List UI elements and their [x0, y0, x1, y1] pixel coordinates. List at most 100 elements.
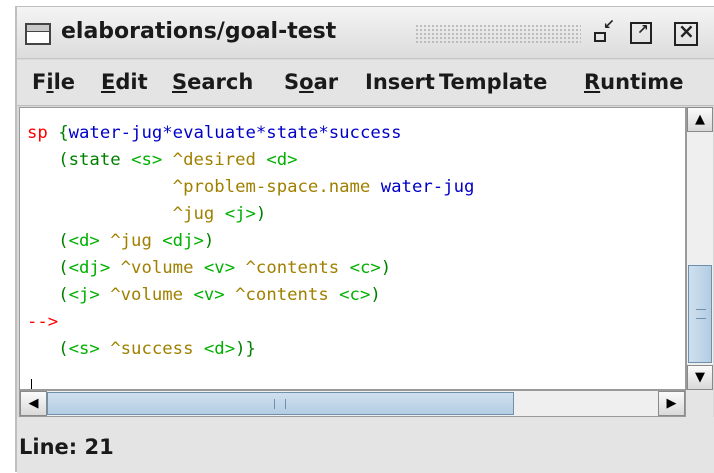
code-token-var: <v> — [203, 258, 236, 278]
scroll-down-button[interactable]: ▼ — [687, 365, 713, 390]
code-token-par: ( — [27, 258, 69, 278]
menu-file-prefix: F — [32, 70, 47, 94]
code-token-var: <dj> — [162, 231, 204, 251]
window-title: elaborations/goal-test — [61, 19, 337, 44]
code-token-name: water-jug*evaluate*state*success — [68, 123, 402, 143]
minimize-button[interactable]: ↙ — [594, 18, 616, 44]
menu-template-label: Template — [439, 70, 548, 94]
menu-template[interactable]: Template — [439, 70, 547, 94]
menu-edit[interactable]: Edit — [101, 70, 148, 94]
code-token-var: <j> — [68, 285, 100, 305]
code-line: --> — [27, 312, 58, 332]
code-token-attr: ^desired — [162, 150, 267, 170]
code-token-attr: ^contents — [224, 285, 340, 305]
code-token-par: )} — [235, 339, 256, 359]
close-icon: × — [678, 19, 695, 43]
menu-edit-label: dit — [115, 70, 148, 94]
status-bar: Line: 21 — [17, 417, 714, 473]
menu-file[interactable]: File — [32, 70, 75, 94]
code-token-par: ( — [27, 285, 69, 305]
minimize-icon — [594, 32, 606, 42]
code-line: (<d> ^jug <dj>) — [27, 231, 214, 251]
menu-soar-label: ar — [313, 70, 339, 94]
menu-search-mnemonic: S — [172, 70, 188, 94]
code-token-var: <c> — [339, 285, 371, 305]
code-token-par: ( — [27, 150, 69, 170]
title-bar-grip[interactable] — [415, 24, 581, 44]
thumb-grip-icon — [274, 399, 286, 409]
vertical-scroll-thumb[interactable] — [688, 265, 712, 363]
code-token-arrow: --> — [27, 312, 59, 332]
code-line: (<s> ^success <d>)} — [27, 339, 256, 359]
horizontal-scroll-thumb[interactable] — [47, 392, 514, 415]
menu-insert[interactable]: Insert — [365, 70, 435, 94]
code-token-par: ) — [370, 285, 381, 305]
horizontal-scrollbar[interactable]: ◀ ▶ — [19, 390, 686, 417]
menu-search-label: earch — [187, 70, 254, 94]
close-button[interactable]: × — [674, 19, 698, 46]
code-token-var: <c> — [349, 258, 381, 278]
minimize-arrow-icon: ↙ — [603, 17, 615, 33]
code-token-var: <d> — [68, 231, 100, 251]
code-text[interactable]: sp {water-jug*evaluate*state*success (st… — [27, 120, 474, 363]
scrollbar-corner — [686, 390, 713, 417]
arrow-down-icon: ▼ — [695, 370, 705, 385]
menu-bar: File Edit Search Soar Insert Template Ru… — [17, 60, 714, 106]
code-token-attr: ^volume — [110, 258, 204, 278]
code-token-attr: ^contents — [235, 258, 350, 278]
code-token-var: <dj> — [68, 258, 111, 278]
code-token-attr: ^jug — [27, 204, 225, 224]
code-token-var: <d> — [203, 339, 236, 359]
editor-window: elaborations/goal-test ↙ ↗ × File Edit S… — [15, 6, 714, 473]
title-bar[interactable]: elaborations/goal-test ↙ ↗ × — [17, 7, 714, 59]
maximize-icon: ↗ — [637, 22, 649, 38]
code-token-par: ) — [255, 204, 267, 224]
code-token-kw: sp — [27, 123, 59, 143]
code-line: ^jug <j>) — [27, 204, 267, 224]
scroll-up-button[interactable]: ▲ — [687, 107, 713, 132]
code-line: sp {water-jug*evaluate*state*success — [27, 123, 402, 143]
code-token-attr: ^jug — [99, 231, 163, 251]
scroll-left-button[interactable]: ◀ — [20, 391, 47, 416]
code-token-attr: ^success — [99, 339, 204, 359]
menu-file-mnemonic: i — [46, 70, 54, 94]
maximize-button[interactable]: ↗ — [630, 22, 652, 44]
menu-file-label: le — [53, 70, 76, 94]
code-line: ^problem-space.name water-jug — [27, 177, 475, 197]
code-token-var: <s> — [131, 150, 163, 170]
code-token-par: state — [68, 150, 132, 170]
menu-edit-mnemonic: E — [101, 70, 116, 94]
code-token-var: <v> — [193, 285, 225, 305]
menu-soar[interactable]: Soar — [284, 70, 338, 94]
menu-search[interactable]: Search — [172, 70, 253, 94]
code-token-var: <j> — [224, 204, 256, 224]
code-token-par: ) — [380, 258, 392, 278]
code-token-attr: ^volume — [99, 285, 194, 305]
menu-runtime[interactable]: Runtime — [584, 70, 683, 94]
code-line: (<dj> ^volume <v> ^contents <c>) — [27, 258, 391, 278]
arrow-left-icon: ◀ — [28, 396, 39, 411]
arrow-up-icon: ▲ — [695, 112, 705, 127]
code-token-par: ( — [27, 339, 69, 359]
code-line: (<j> ^volume <v> ^contents <c>) — [27, 285, 381, 305]
text-caret — [31, 379, 32, 389]
vertical-scrollbar[interactable]: ▲ ▼ — [686, 107, 713, 390]
code-token-val: water-jug — [380, 177, 475, 197]
scroll-right-button[interactable]: ▶ — [658, 391, 685, 416]
thumb-grip-icon — [696, 309, 706, 319]
code-token-var: <d> — [266, 150, 298, 170]
menu-runtime-label: untime — [600, 70, 684, 94]
menu-insert-label: Insert — [365, 70, 435, 94]
code-token-par: ( — [27, 231, 69, 251]
menu-soar-prefix: S — [284, 70, 300, 94]
code-token-par: ) — [203, 231, 215, 251]
menu-runtime-mnemonic: R — [584, 70, 601, 94]
status-line-number: Line: 21 — [19, 435, 114, 459]
arrow-right-icon: ▶ — [666, 396, 677, 411]
code-editor[interactable]: sp {water-jug*evaluate*state*success (st… — [19, 107, 686, 390]
window-icon[interactable] — [25, 23, 51, 45]
code-line: (state <s> ^desired <d> — [27, 150, 298, 170]
code-token-par: { — [58, 123, 69, 143]
code-token-var: <s> — [68, 339, 100, 359]
menu-soar-mnemonic: o — [299, 70, 314, 94]
